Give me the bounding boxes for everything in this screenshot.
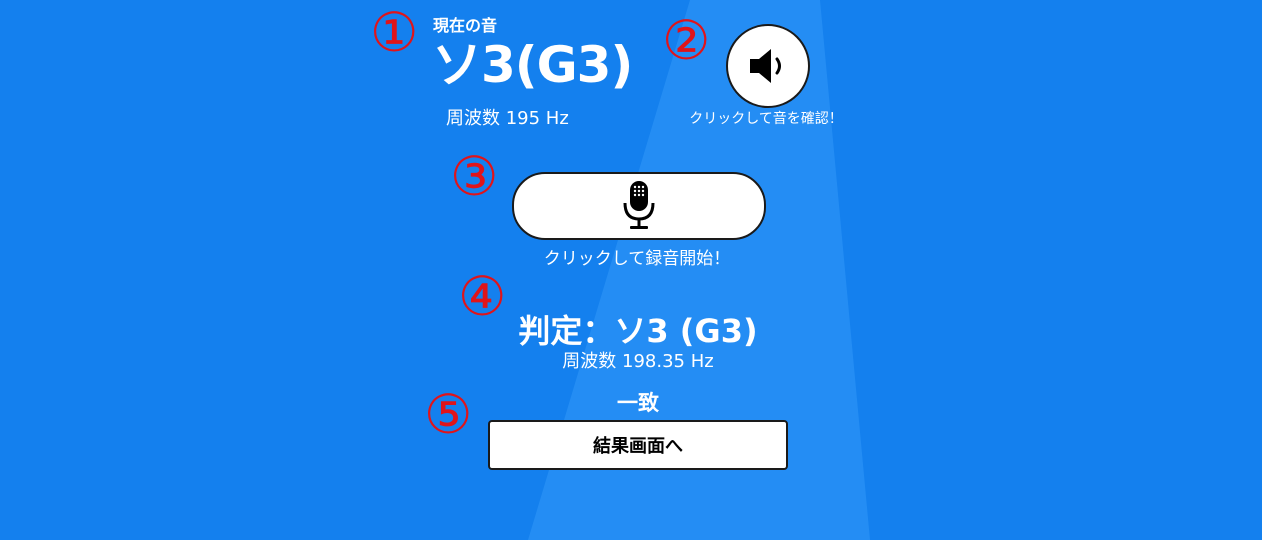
current-note-label: 現在の音 — [433, 16, 498, 35]
result-screen-button[interactable]: 結果画面へ — [488, 420, 788, 470]
annotation-marker-1: ① — [370, 1, 419, 64]
annotation-marker-2: ② — [662, 9, 711, 72]
match-status: 一致 — [617, 391, 659, 415]
record-caption: クリックして録音開始！ — [543, 249, 731, 269]
annotation-marker-5: ⑤ — [424, 383, 473, 446]
microphone-icon — [623, 181, 655, 229]
play-sound-caption: クリックして音を確認！ — [689, 111, 843, 127]
result-screen-button-label: 結果画面へ — [593, 436, 683, 457]
current-note-name: ソ3(G3) — [432, 36, 633, 94]
verdict-text: 判定：ソ3 (G3) — [518, 312, 758, 350]
record-button[interactable] — [512, 172, 766, 240]
annotation-marker-3: ③ — [450, 145, 499, 208]
verdict-frequency: 周波数 198.35 Hz — [562, 351, 714, 372]
play-sound-button[interactable] — [726, 24, 810, 108]
speaker-icon — [750, 49, 781, 83]
current-note-frequency: 周波数 195 Hz — [446, 108, 569, 129]
